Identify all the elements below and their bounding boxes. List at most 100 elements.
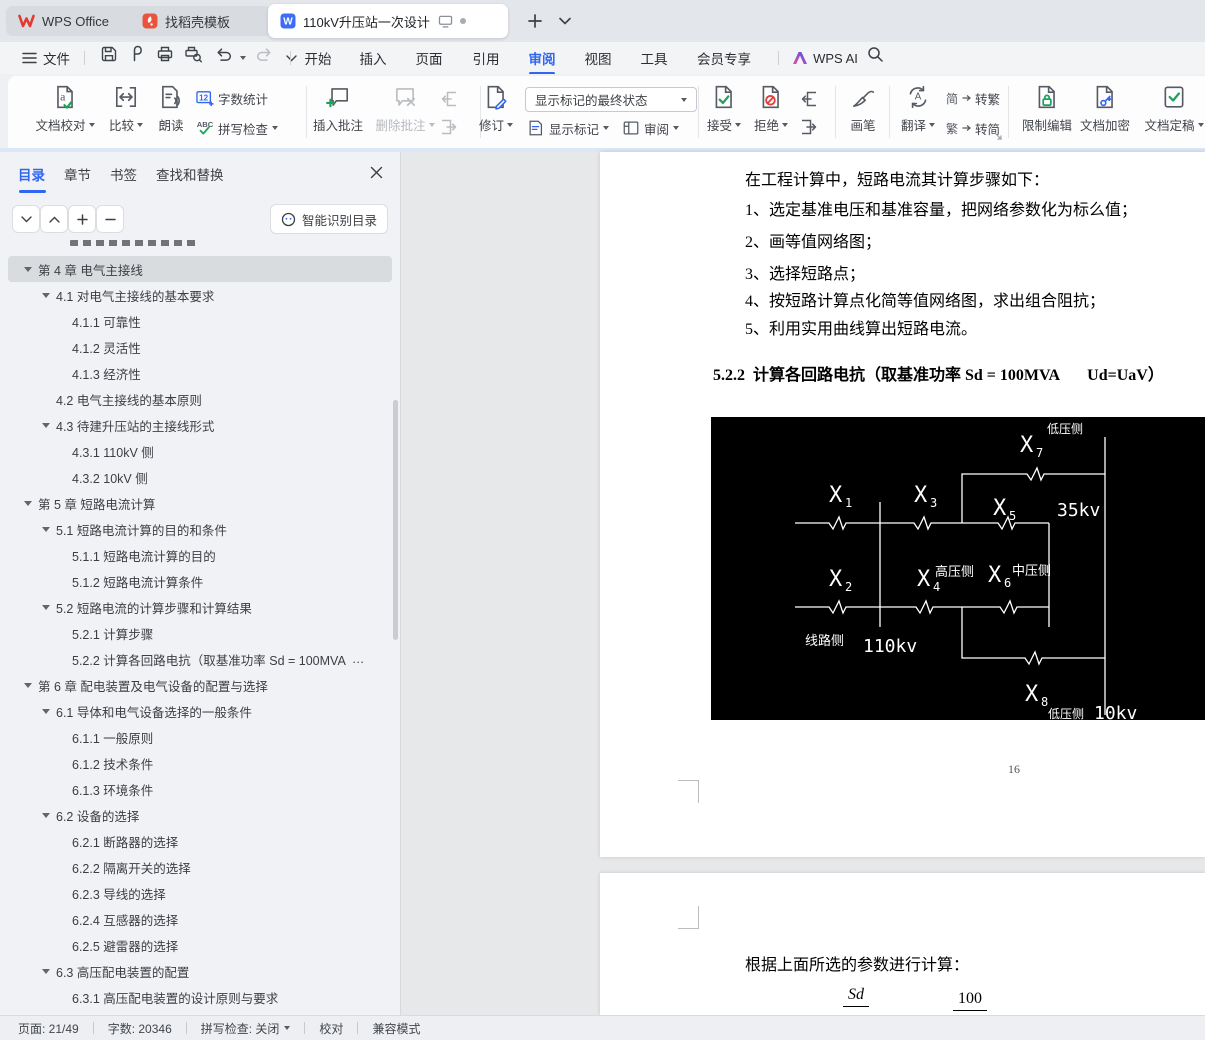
- toc-item[interactable]: 4.3.1 110kV 侧: [8, 438, 392, 464]
- print-preview-button[interactable]: [180, 42, 206, 66]
- toc-item[interactable]: 4.1 对电气主接线的基本要求: [8, 282, 392, 308]
- accept-button[interactable]: 接受: [699, 84, 749, 134]
- menu-view[interactable]: 视图: [579, 48, 618, 68]
- toc-item[interactable]: 4.2 电气主接线的基本原则: [8, 386, 392, 412]
- toc-item[interactable]: 4.1.3 经济性: [8, 360, 392, 386]
- delete-comment-button[interactable]: 删除批注: [368, 84, 442, 134]
- toc-expand-arrow-icon[interactable]: [42, 293, 56, 298]
- file-menu[interactable]: 文件: [22, 48, 70, 68]
- export-pdf-icon: [133, 45, 142, 62]
- menu-reference[interactable]: 引用: [467, 48, 506, 68]
- toc-item[interactable]: 4.3 待建升压站的主接线形式: [8, 412, 392, 438]
- next-comment-button[interactable]: [438, 116, 460, 138]
- show-markup-button[interactable]: 显示标记: [527, 118, 610, 138]
- equivalent-circuit-image[interactable]: X1 X2 X3 X4 X5 X6 X7 X8 35kv 110kv 10kv …: [711, 417, 1205, 720]
- toc-item[interactable]: 5.1 短路电流计算的目的和条件: [8, 516, 392, 542]
- encrypt-document-button[interactable]: 文档加密: [1074, 84, 1136, 134]
- translate-button[interactable]: A 翻译: [893, 84, 943, 134]
- wps-ai-button[interactable]: WPS AI: [790, 42, 860, 74]
- toc-item[interactable]: 4.1.2 灵活性: [8, 334, 392, 360]
- toc-expand-arrow-icon[interactable]: [24, 501, 38, 506]
- spell-check-button[interactable]: ABC 拼写检查: [196, 118, 279, 138]
- undo-button[interactable]: [210, 42, 236, 66]
- toc-item[interactable]: 5.2 短路电流的计算步骤和计算结果: [8, 594, 392, 620]
- toc-item[interactable]: 6.1 导体和电气设备选择的一般条件: [8, 698, 392, 724]
- toc-expand-arrow-icon[interactable]: [42, 813, 56, 818]
- tab-wps-home[interactable]: WPS Office: [6, 6, 146, 36]
- toc-item[interactable]: 6.2.3 导线的选择: [8, 880, 392, 906]
- print-button[interactable]: [152, 42, 178, 66]
- document-page-1[interactable]: 在工程计算中，短路电流其计算步骤如下： 1、选定基准电压和基准容量，把网络参数化…: [600, 152, 1205, 857]
- toc-item[interactable]: 5.1.1 短路电流计算的目的: [8, 542, 392, 568]
- toc-expand-arrow-icon[interactable]: [42, 605, 56, 610]
- to-simplified-button[interactable]: 繁 转简: [946, 118, 1000, 138]
- tab-docer[interactable]: 找稻壳模板: [130, 6, 272, 36]
- toc-item[interactable]: 6.2.4 互感器的选择: [8, 906, 392, 932]
- menu-page[interactable]: 页面: [410, 48, 449, 68]
- sidebar-scrollbar[interactable]: [393, 400, 398, 640]
- toc-item-label: 4.1.1 可靠性: [72, 315, 141, 330]
- status-word-count[interactable]: 字数: 20346: [108, 1020, 172, 1037]
- tab-list-button[interactable]: [552, 9, 578, 33]
- new-tab-button[interactable]: [522, 9, 548, 33]
- insert-comment-button[interactable]: 插入批注: [303, 84, 373, 134]
- review-pane-button[interactable]: 审阅: [622, 118, 680, 138]
- menu-membership[interactable]: 会员专享: [691, 48, 757, 68]
- search-button[interactable]: [862, 42, 888, 66]
- document-page-2[interactable]: 根据上面所选的参数进行计算： Sd 100: [600, 873, 1205, 1015]
- status-proofread[interactable]: 校对: [319, 1020, 343, 1037]
- toc-expand-arrow-icon[interactable]: [42, 527, 56, 532]
- reject-button[interactable]: 拒绝: [746, 84, 796, 134]
- menu-home[interactable]: 开始: [299, 48, 338, 68]
- menu-tools[interactable]: 工具: [635, 48, 674, 68]
- toc-item[interactable]: 5.2.2 计算各回路电抗（取基准功率 Sd = 100MVA…: [8, 646, 392, 672]
- finalize-document-button[interactable]: 文档定稿: [1138, 84, 1205, 134]
- redo-button[interactable]: [252, 42, 278, 66]
- toc-item[interactable]: 5.1.2 短路电流计算条件: [8, 568, 392, 594]
- undo-dropdown[interactable]: [237, 42, 249, 74]
- toc-expand-arrow-icon[interactable]: [42, 969, 56, 974]
- menu-review[interactable]: 审阅: [523, 48, 562, 75]
- toc-item[interactable]: 6.3.1 高压配电装置的设计原则与要求: [8, 984, 392, 1010]
- toc-expand-arrow-icon[interactable]: [24, 267, 38, 272]
- toc-item-label: 6.2.1 断路器的选择: [72, 835, 179, 850]
- to-traditional-button[interactable]: 简 转繁: [946, 88, 1000, 108]
- toc-item[interactable]: 第 5 章 短路电流计算: [8, 490, 392, 516]
- toc-item[interactable]: 6.3 高压配电装置的配置: [8, 958, 392, 984]
- dialog-launcher-icon[interactable]: [994, 132, 1003, 141]
- previous-comment-button[interactable]: [438, 88, 460, 110]
- toc-item[interactable]: 第 6 章 配电装置及电气设备的配置与选择: [8, 672, 392, 698]
- jian-icon: 简: [946, 91, 959, 106]
- track-changes-button[interactable]: 修订: [471, 84, 521, 134]
- tab-document[interactable]: W 110kV升压站一次设计 说明书: [268, 4, 508, 38]
- toc-expand-arrow-icon[interactable]: [42, 709, 56, 714]
- compare-button[interactable]: 比较: [97, 84, 155, 134]
- toc-item[interactable]: 6.1.3 环境条件: [8, 776, 392, 802]
- pen-button[interactable]: 画笔: [838, 84, 888, 134]
- toc-expand-arrow-icon[interactable]: [24, 683, 38, 688]
- save-button[interactable]: [96, 42, 122, 66]
- toc-item[interactable]: 6.2.5 避雷器的选择: [8, 932, 392, 958]
- restrict-editing-button[interactable]: 限制编辑: [1014, 84, 1080, 134]
- previous-change-button[interactable]: [798, 88, 820, 110]
- toc-item[interactable]: 6.2 设备的选择: [8, 802, 392, 828]
- next-change-button[interactable]: [798, 116, 820, 138]
- share-screen-icon[interactable]: [438, 15, 453, 28]
- export-pdf-button[interactable]: [124, 42, 150, 66]
- toc-item[interactable]: 5.2.1 计算步骤: [8, 620, 392, 646]
- status-spellcheck-toggle[interactable]: 拼写检查: 关闭: [201, 1020, 291, 1037]
- word-count-button[interactable]: 12 字数统计: [196, 88, 268, 108]
- menu-insert[interactable]: 插入: [354, 48, 393, 68]
- toc-item[interactable]: 6.2.2 隔离开关的选择: [8, 854, 392, 880]
- toc-item[interactable]: 6.1.2 技术条件: [8, 750, 392, 776]
- doc-proofread-button[interactable]: a 文档校对: [30, 84, 100, 134]
- toc-item[interactable]: 4.1.1 可靠性: [8, 308, 392, 334]
- toc-item[interactable]: 6.2.1 断路器的选择: [8, 828, 392, 854]
- toc-item[interactable]: 6.1.1 一般原则: [8, 724, 392, 750]
- markup-state-select[interactable]: 显示标记的最终状态: [525, 87, 697, 112]
- status-compatibility-mode[interactable]: 兼容模式: [372, 1020, 420, 1037]
- toc-item[interactable]: 4.3.2 10kV 侧: [8, 464, 392, 490]
- toc-expand-arrow-icon[interactable]: [42, 423, 56, 428]
- read-aloud-button[interactable]: 朗读: [148, 84, 194, 134]
- toc-item[interactable]: 第 4 章 电气主接线: [8, 256, 392, 282]
